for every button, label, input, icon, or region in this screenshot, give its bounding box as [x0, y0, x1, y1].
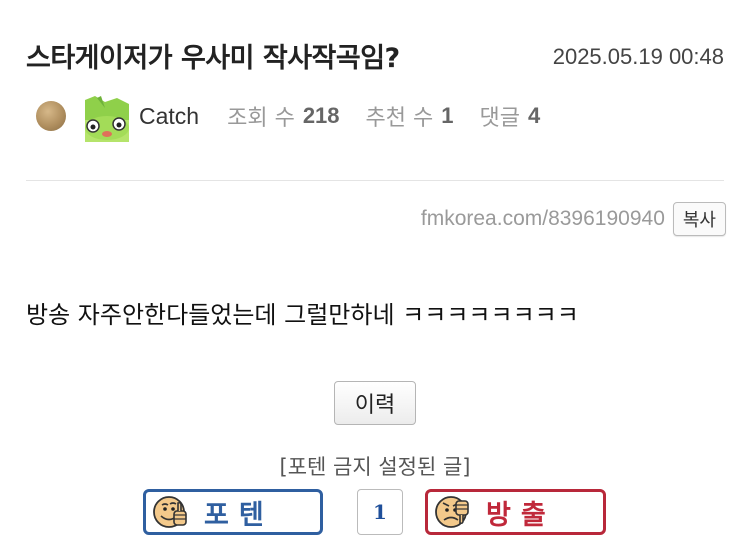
recommends-stat: 추천 수 1 — [366, 100, 454, 132]
history-button[interactable]: 이력 — [334, 381, 416, 425]
downvote-button[interactable]: 방출 — [425, 489, 606, 535]
potent-ban-notice: [포텐 금지 설정된 글] — [279, 455, 471, 479]
level-badge-icon — [36, 101, 66, 131]
upvote-label: 포텐 — [204, 499, 274, 531]
upvote-button[interactable]: 포텐 — [143, 489, 323, 535]
views-label: 조회 수 — [227, 106, 295, 131]
downvote-label: 방출 — [486, 499, 556, 531]
header-divider — [26, 180, 724, 181]
recommends-count: 1 — [441, 103, 454, 128]
views-count: 218 — [302, 103, 340, 128]
comments-count: 4 — [527, 103, 541, 128]
vote-count: 1 — [357, 489, 403, 535]
post-datetime: 2025.05.19 00:48 — [552, 44, 724, 69]
post-title: 스타게이저가 우사미 작사작곡임? — [26, 43, 400, 74]
author-name[interactable]: Catch — [139, 103, 199, 130]
comments-label: 댓글 — [479, 106, 520, 131]
post-url[interactable]: fmkorea.com/8396190940 — [421, 207, 665, 231]
copy-button[interactable]: 복사 — [672, 202, 726, 236]
url-row: fmkorea.com/8396190940 복사 — [421, 202, 726, 236]
post-body: 방송 자주안한다들었는데 그럴만하네 ㅋㅋㅋㅋㅋㅋㅋㅋ — [26, 301, 579, 329]
comments-stat[interactable]: 댓글 4 — [480, 100, 541, 132]
avatar[interactable] — [83, 94, 131, 142]
recommends-label: 추천 수 — [365, 106, 434, 131]
views-stat: 조회 수 218 — [227, 100, 339, 132]
thumbs-up-face-icon — [153, 496, 187, 528]
post-meta: Catch 조회 수 218 추천 수 1 댓글 4 — [36, 94, 566, 142]
thumbs-down-face-icon — [435, 496, 469, 528]
